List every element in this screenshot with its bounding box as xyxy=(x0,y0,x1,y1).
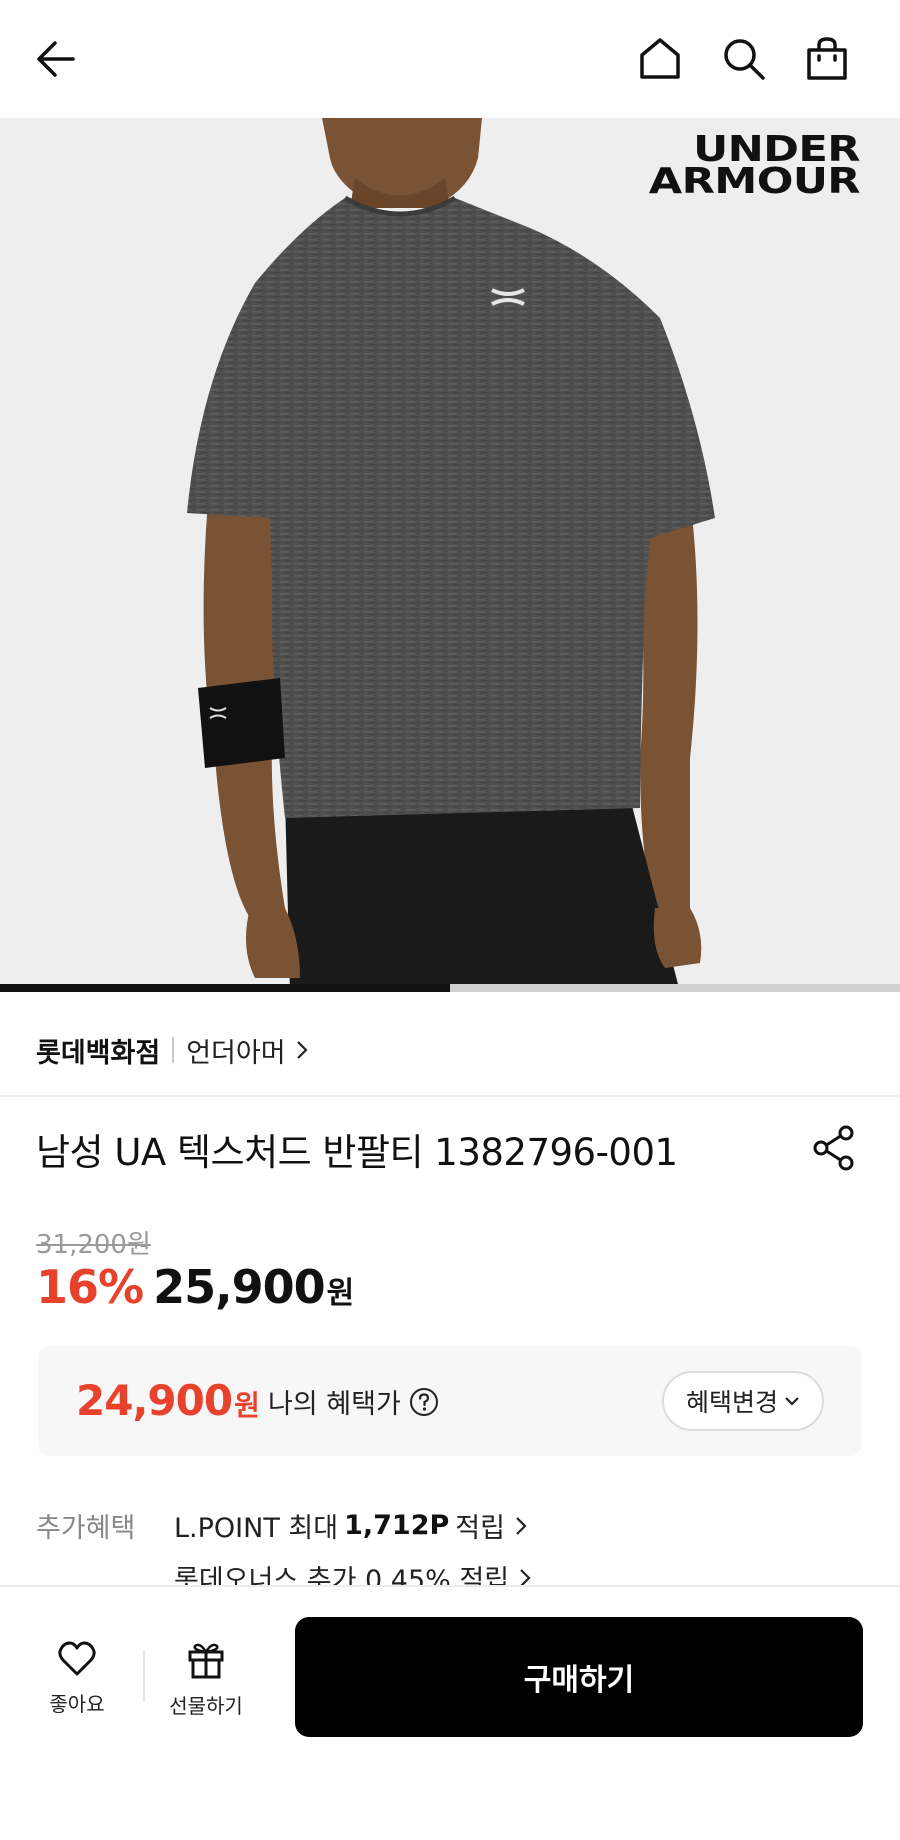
help-icon[interactable] xyxy=(409,1387,439,1417)
cart-button[interactable] xyxy=(798,30,856,88)
benefit-price-value: 24,900 xyxy=(76,1376,233,1425)
change-benefit-button[interactable]: 혜택변경 xyxy=(661,1371,824,1431)
share-icon xyxy=(813,1125,854,1171)
brand-name: 언더아머 xyxy=(186,1037,286,1069)
lotte-owners-benefit-link[interactable]: 롯데오너스 추가 0.45% 적립 xyxy=(174,1558,531,1585)
sale-price: 25,900 xyxy=(153,1260,326,1314)
home-button[interactable] xyxy=(631,30,689,88)
bottom-separator xyxy=(143,1651,145,1701)
chevron-right-icon xyxy=(516,1516,527,1535)
change-benefit-label: 혜택변경 xyxy=(685,1388,778,1417)
product-photo xyxy=(187,118,715,992)
share-button[interactable] xyxy=(810,1124,858,1172)
back-button[interactable] xyxy=(26,30,84,88)
chevron-right-icon xyxy=(520,1568,531,1585)
image-progress-fill xyxy=(0,984,450,992)
like-button[interactable]: 좋아요 xyxy=(22,1640,132,1730)
benefit-price-box: 24,900 원 나의 혜택가 혜택변경 xyxy=(38,1346,862,1456)
arrow-left-icon xyxy=(37,41,75,77)
extra-benefits-label: 추가혜택 xyxy=(36,1513,136,1544)
original-price: 31,200원 xyxy=(36,1230,151,1260)
price-currency: 원 xyxy=(326,1276,355,1311)
brand-link[interactable]: 언더아머 xyxy=(186,1031,308,1070)
search-button[interactable] xyxy=(715,30,773,88)
brand-logo: UNDER ARMOUR xyxy=(648,129,861,202)
lpoint-prefix: L.POINT 최대 xyxy=(174,1513,339,1544)
benefit-label: 나의 혜택가 xyxy=(268,1382,439,1421)
lpoint-suffix: 적립 xyxy=(455,1513,505,1544)
discount-rate: 16% xyxy=(36,1260,144,1314)
benefit-price: 24,900 원 xyxy=(76,1376,260,1425)
gift-label: 선물하기 xyxy=(169,1694,243,1718)
benefit-label-text: 나의 혜택가 xyxy=(268,1389,401,1420)
lpoint-benefit-link[interactable]: L.POINT 최대 1,712P 적립 xyxy=(174,1506,527,1545)
price-row: 16% 25,900 원 xyxy=(36,1260,354,1314)
product-image-carousel[interactable]: UNDER ARMOUR xyxy=(0,118,900,992)
like-label: 좋아요 xyxy=(49,1692,105,1716)
chevron-down-icon xyxy=(785,1397,799,1406)
top-header xyxy=(0,0,900,118)
home-icon xyxy=(640,38,680,79)
extra-benefits-section: 추가혜택 L.POINT 최대 1,712P 적립 롯데오너스 추가 0.45%… xyxy=(0,1490,900,1585)
gift-icon xyxy=(188,1643,224,1679)
store-separator xyxy=(172,1037,175,1063)
lotte-owners-text: 롯데오너스 추가 0.45% 적립 xyxy=(174,1565,510,1585)
gift-button[interactable]: 선물하기 xyxy=(151,1640,261,1730)
heart-icon xyxy=(58,1641,96,1676)
store-name: 롯데백화점 xyxy=(36,1037,161,1069)
shopping-bag-icon xyxy=(807,37,847,80)
chevron-right-icon xyxy=(296,1041,308,1059)
product-title: 남성 UA 텍스처드 반팔티 1382796-001 xyxy=(36,1131,678,1174)
bottom-action-bar: 좋아요 선물하기 구매하기 xyxy=(0,1585,900,1840)
buy-label: 구매하기 xyxy=(523,1663,635,1698)
image-progress-bar xyxy=(0,984,900,992)
buy-button[interactable]: 구매하기 xyxy=(295,1617,863,1737)
divider xyxy=(0,1095,900,1097)
benefit-price-currency: 원 xyxy=(234,1389,260,1422)
lpoint-value: 1,712P xyxy=(344,1510,450,1541)
store-row: 롯데백화점 언더아머 xyxy=(36,1026,308,1074)
search-icon xyxy=(724,39,765,80)
